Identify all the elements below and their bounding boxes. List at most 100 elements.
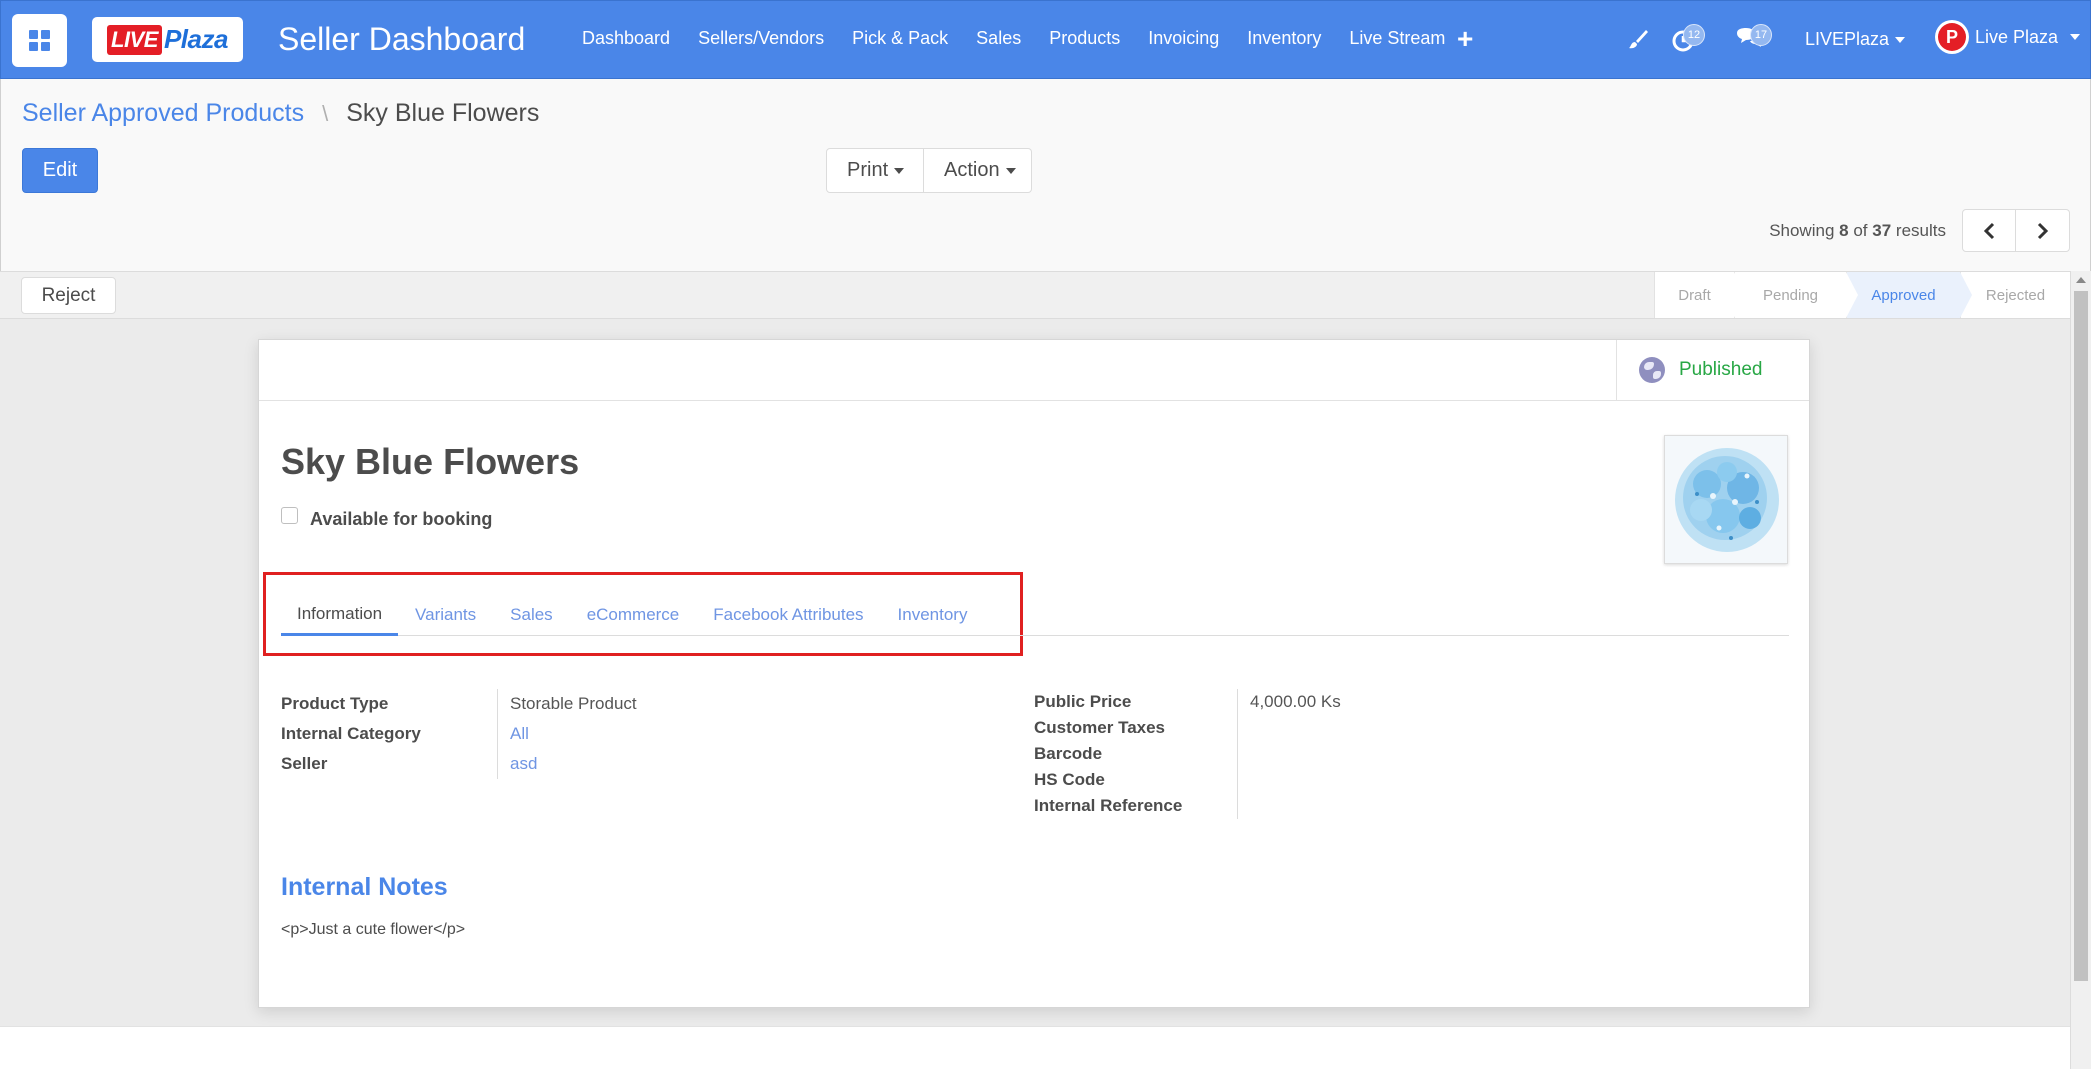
logo-plaza-text: Plaza: [163, 24, 229, 54]
user-menu[interactable]: P Live Plaza: [1935, 20, 2081, 54]
stage-approved[interactable]: Approved: [1846, 272, 1972, 318]
globe-icon: [1639, 357, 1665, 383]
menu-item-sellers-vendors[interactable]: Sellers/Vendors: [684, 28, 838, 49]
app-title: Seller Dashboard: [278, 21, 526, 57]
hs-code-label: HS Code: [1034, 770, 1105, 789]
pager-of: of: [1853, 220, 1868, 240]
avatar: P: [1935, 20, 1969, 54]
menu-item-inventory[interactable]: Inventory: [1233, 28, 1335, 49]
pager-total: 37: [1872, 220, 1892, 240]
avatar-letter: P: [1938, 23, 1966, 51]
pager-next-button[interactable]: [2016, 209, 2070, 252]
pager-suffix: results: [1895, 220, 1946, 240]
stage-rejected[interactable]: Rejected: [1960, 272, 2070, 318]
flower-image: [1665, 436, 1787, 563]
pricing-group: Public Price 4,000.00 Ks Customer Taxes …: [1034, 689, 1341, 819]
available-for-booking-checkbox[interactable]: [281, 507, 298, 524]
tab-information[interactable]: Information: [281, 594, 399, 636]
pager: Showing 8 of 37 results: [1769, 209, 2070, 252]
chevron-left-icon: [1983, 222, 1995, 239]
liveplaza-logo[interactable]: LIVE Plaza: [92, 17, 243, 62]
messages-icon[interactable]: 17: [1734, 23, 1772, 58]
tab-variants[interactable]: Variants: [398, 594, 493, 636]
internal-reference-value: [1237, 793, 1341, 819]
control-panel: Seller Approved Products \ Sky Blue Flow…: [0, 79, 2091, 271]
tab-sales[interactable]: Sales: [493, 594, 570, 636]
hs-code-value: [1237, 767, 1341, 793]
edit-button[interactable]: Edit: [22, 148, 98, 193]
barcode-value: [1237, 741, 1341, 767]
stage-draft[interactable]: Draft: [1654, 272, 1746, 318]
chatter-area: [0, 1026, 2070, 1069]
vertical-scrollbar[interactable]: [2070, 271, 2091, 1069]
menu-item-live-stream[interactable]: Live Stream: [1335, 28, 1459, 49]
customer-taxes-value: [1237, 715, 1341, 741]
pager-previous-button[interactable]: [1962, 209, 2016, 252]
top-navbar: LIVE Plaza Seller Dashboard Dashboard Sel…: [0, 0, 2091, 79]
notebook-tabs: Information Variants Sales eCommerce Fac…: [281, 594, 1789, 636]
booking-option: Available for booking: [281, 501, 492, 530]
published-label: Published: [1679, 359, 1763, 380]
action-label: Action: [944, 159, 1000, 181]
internal-notes-text: <p>Just a cute flower</p>: [281, 921, 466, 938]
product-image[interactable]: [1664, 435, 1788, 564]
chevron-down-icon: [2070, 34, 2081, 40]
seller-link[interactable]: asd: [497, 749, 637, 779]
internal-notes-heading: Internal Notes: [281, 873, 448, 901]
chevron-right-icon: [2037, 222, 2048, 239]
action-dropdown-button[interactable]: Action: [924, 148, 1032, 193]
plus-icon[interactable]: +: [1457, 23, 1473, 55]
general-info-group: Product Type Storable Product Internal C…: [281, 689, 637, 779]
pager-prefix: Showing: [1769, 220, 1835, 240]
tab-ecommerce[interactable]: eCommerce: [570, 594, 697, 636]
breadcrumb: Seller Approved Products \ Sky Blue Flow…: [22, 99, 539, 128]
activity-clock-icon[interactable]: 12: [1671, 23, 1705, 58]
form-sheet: Published Sky Blue Flowers Available for…: [258, 339, 1810, 1008]
menu-item-dashboard[interactable]: Dashboard: [582, 28, 684, 49]
menu-item-products[interactable]: Products: [1035, 28, 1134, 49]
internal-category-label: Internal Category: [281, 724, 421, 743]
reject-button[interactable]: Reject: [21, 277, 116, 314]
published-toggle-button[interactable]: Published: [1616, 340, 1809, 400]
breadcrumb-current: Sky Blue Flowers: [346, 99, 540, 127]
seller-label: Seller: [281, 754, 328, 773]
scrollbar-thumb[interactable]: [2074, 291, 2088, 981]
scroll-up-icon[interactable]: [2076, 277, 2086, 283]
company-switcher[interactable]: LIVEPlaza: [1805, 29, 1906, 50]
brush-icon[interactable]: [1626, 27, 1650, 56]
smart-button-box: Published: [259, 340, 1809, 401]
apps-menu-button[interactable]: [12, 14, 67, 67]
main-menu: Dashboard Sellers/Vendors Pick & Pack Sa…: [582, 28, 1459, 49]
internal-category-link[interactable]: All: [497, 719, 637, 749]
action-button-group: Print Action: [826, 148, 1032, 193]
barcode-label: Barcode: [1034, 744, 1103, 763]
menu-item-pick-pack[interactable]: Pick & Pack: [838, 28, 962, 49]
product-type-label: Product Type: [281, 694, 389, 713]
tab-facebook-attributes[interactable]: Facebook Attributes: [696, 594, 880, 636]
tab-inventory[interactable]: Inventory: [881, 594, 985, 636]
pager-current: 8: [1839, 220, 1849, 240]
status-bar: Reject Draft Pending Approved Rejected: [0, 271, 2070, 319]
stage-pending[interactable]: Pending: [1734, 272, 1858, 318]
customer-taxes-label: Customer Taxes: [1034, 718, 1166, 737]
message-count-badge: 17: [1750, 24, 1772, 46]
logo-live-text: LIVE: [107, 24, 162, 55]
breadcrumb-separator: \: [322, 100, 329, 126]
apps-grid-icon: [29, 30, 50, 51]
breadcrumb-parent-link[interactable]: Seller Approved Products: [22, 99, 304, 128]
public-price-label: Public Price: [1034, 692, 1132, 711]
product-type-value: Storable Product: [497, 689, 637, 719]
caret-down-icon: [1005, 167, 1016, 174]
company-name: LIVEPlaza: [1805, 29, 1890, 49]
activity-count-badge: 12: [1683, 24, 1705, 46]
available-for-booking-label: Available for booking: [310, 509, 493, 529]
print-label: Print: [847, 159, 889, 181]
public-price-value: 4,000.00 Ks: [1237, 689, 1341, 715]
internal-reference-label: Internal Reference: [1034, 796, 1183, 815]
caret-down-icon: [894, 167, 905, 174]
print-dropdown-button[interactable]: Print: [826, 148, 924, 193]
product-name: Sky Blue Flowers: [281, 441, 580, 482]
menu-item-invoicing[interactable]: Invoicing: [1134, 28, 1233, 49]
menu-item-sales[interactable]: Sales: [962, 28, 1035, 49]
user-name: Live Plaza: [1975, 26, 2059, 47]
